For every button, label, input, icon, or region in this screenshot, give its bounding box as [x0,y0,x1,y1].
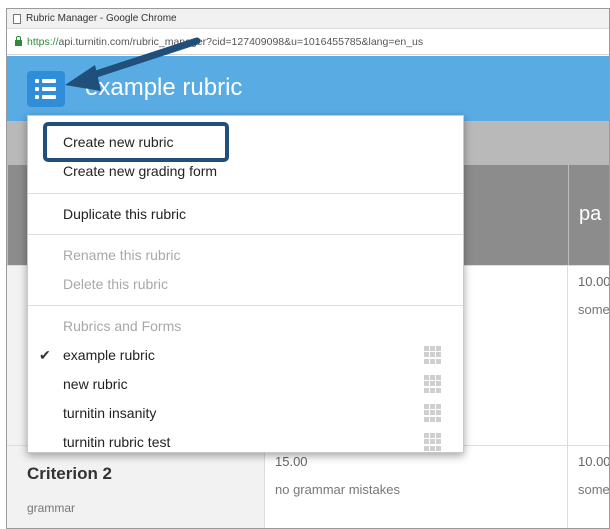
menu-item-delete: Delete this rubric [63,276,169,292]
menu-divider [28,305,463,306]
criterion-cell[interactable]: Criterion 2 grammar [7,446,265,528]
rubric-title: example rubric [85,74,243,101]
window-titlebar: Rubric Manager - Google Chrome [7,9,609,29]
menu-item-create-new-grading-form[interactable]: Create new grading form [63,163,217,179]
lock-icon [15,35,22,46]
grid-icon [424,404,442,422]
menu-list-icon [35,79,65,83]
url-text: api.turnitin.com/rubric_manager?cid=1274… [58,35,424,48]
menu-item-rubric[interactable]: turnitin insanity [63,405,156,421]
menu-item-rubric[interactable]: example rubric [63,347,155,363]
menu-item-rubric[interactable]: turnitin rubric test [63,434,170,450]
menu-item-duplicate[interactable]: Duplicate this rubric [63,206,186,222]
app-header: example rubric [7,56,609,121]
window-title: Rubric Manager - Google Chrome [26,13,177,24]
table-row: Criterion 2 grammar 15.00 no grammar mis… [7,445,610,528]
criterion-description: grammar [27,501,76,515]
cell-score: 10.00 [578,274,610,289]
column-header-label: pa [579,203,602,225]
menu-button[interactable] [27,71,65,107]
grid-icon [424,375,442,393]
page-icon [13,13,21,24]
menu-item-rename: Rename this rubric [63,247,181,263]
grid-icon [424,433,442,451]
cell-description: no grammar mistakes [275,482,400,497]
cell-description: some [578,482,610,497]
menu-item-rubric[interactable]: new rubric [63,376,128,392]
criterion-name: Criterion 2 [27,464,113,483]
menu-divider [28,234,463,235]
checkmark-icon: ✔ [39,347,51,363]
browser-window: Rubric Manager - Google Chrome https:// … [6,8,610,529]
column-header-scale-2[interactable]: pa [568,165,609,265]
rubric-cell[interactable]: 15.00 no grammar mistakes [265,446,568,528]
cell-score: 10.00 [578,454,610,469]
url-scheme: https:// [27,35,59,48]
rubric-cell[interactable]: 10.00 some [568,446,610,528]
rubric-menu-dropdown: Create new rubric Create new grading for… [27,115,464,453]
cell-description: some [578,302,610,317]
address-bar[interactable]: https:// api.turnitin.com/rubric_manager… [7,29,609,55]
menu-divider [28,193,463,194]
grid-icon [424,346,442,364]
rubric-cell[interactable]: 10.00 some [568,266,610,445]
menu-section-label: Rubrics and Forms [63,318,182,334]
cell-score: 15.00 [275,454,308,469]
menu-item-create-new-rubric[interactable]: Create new rubric [63,134,174,150]
